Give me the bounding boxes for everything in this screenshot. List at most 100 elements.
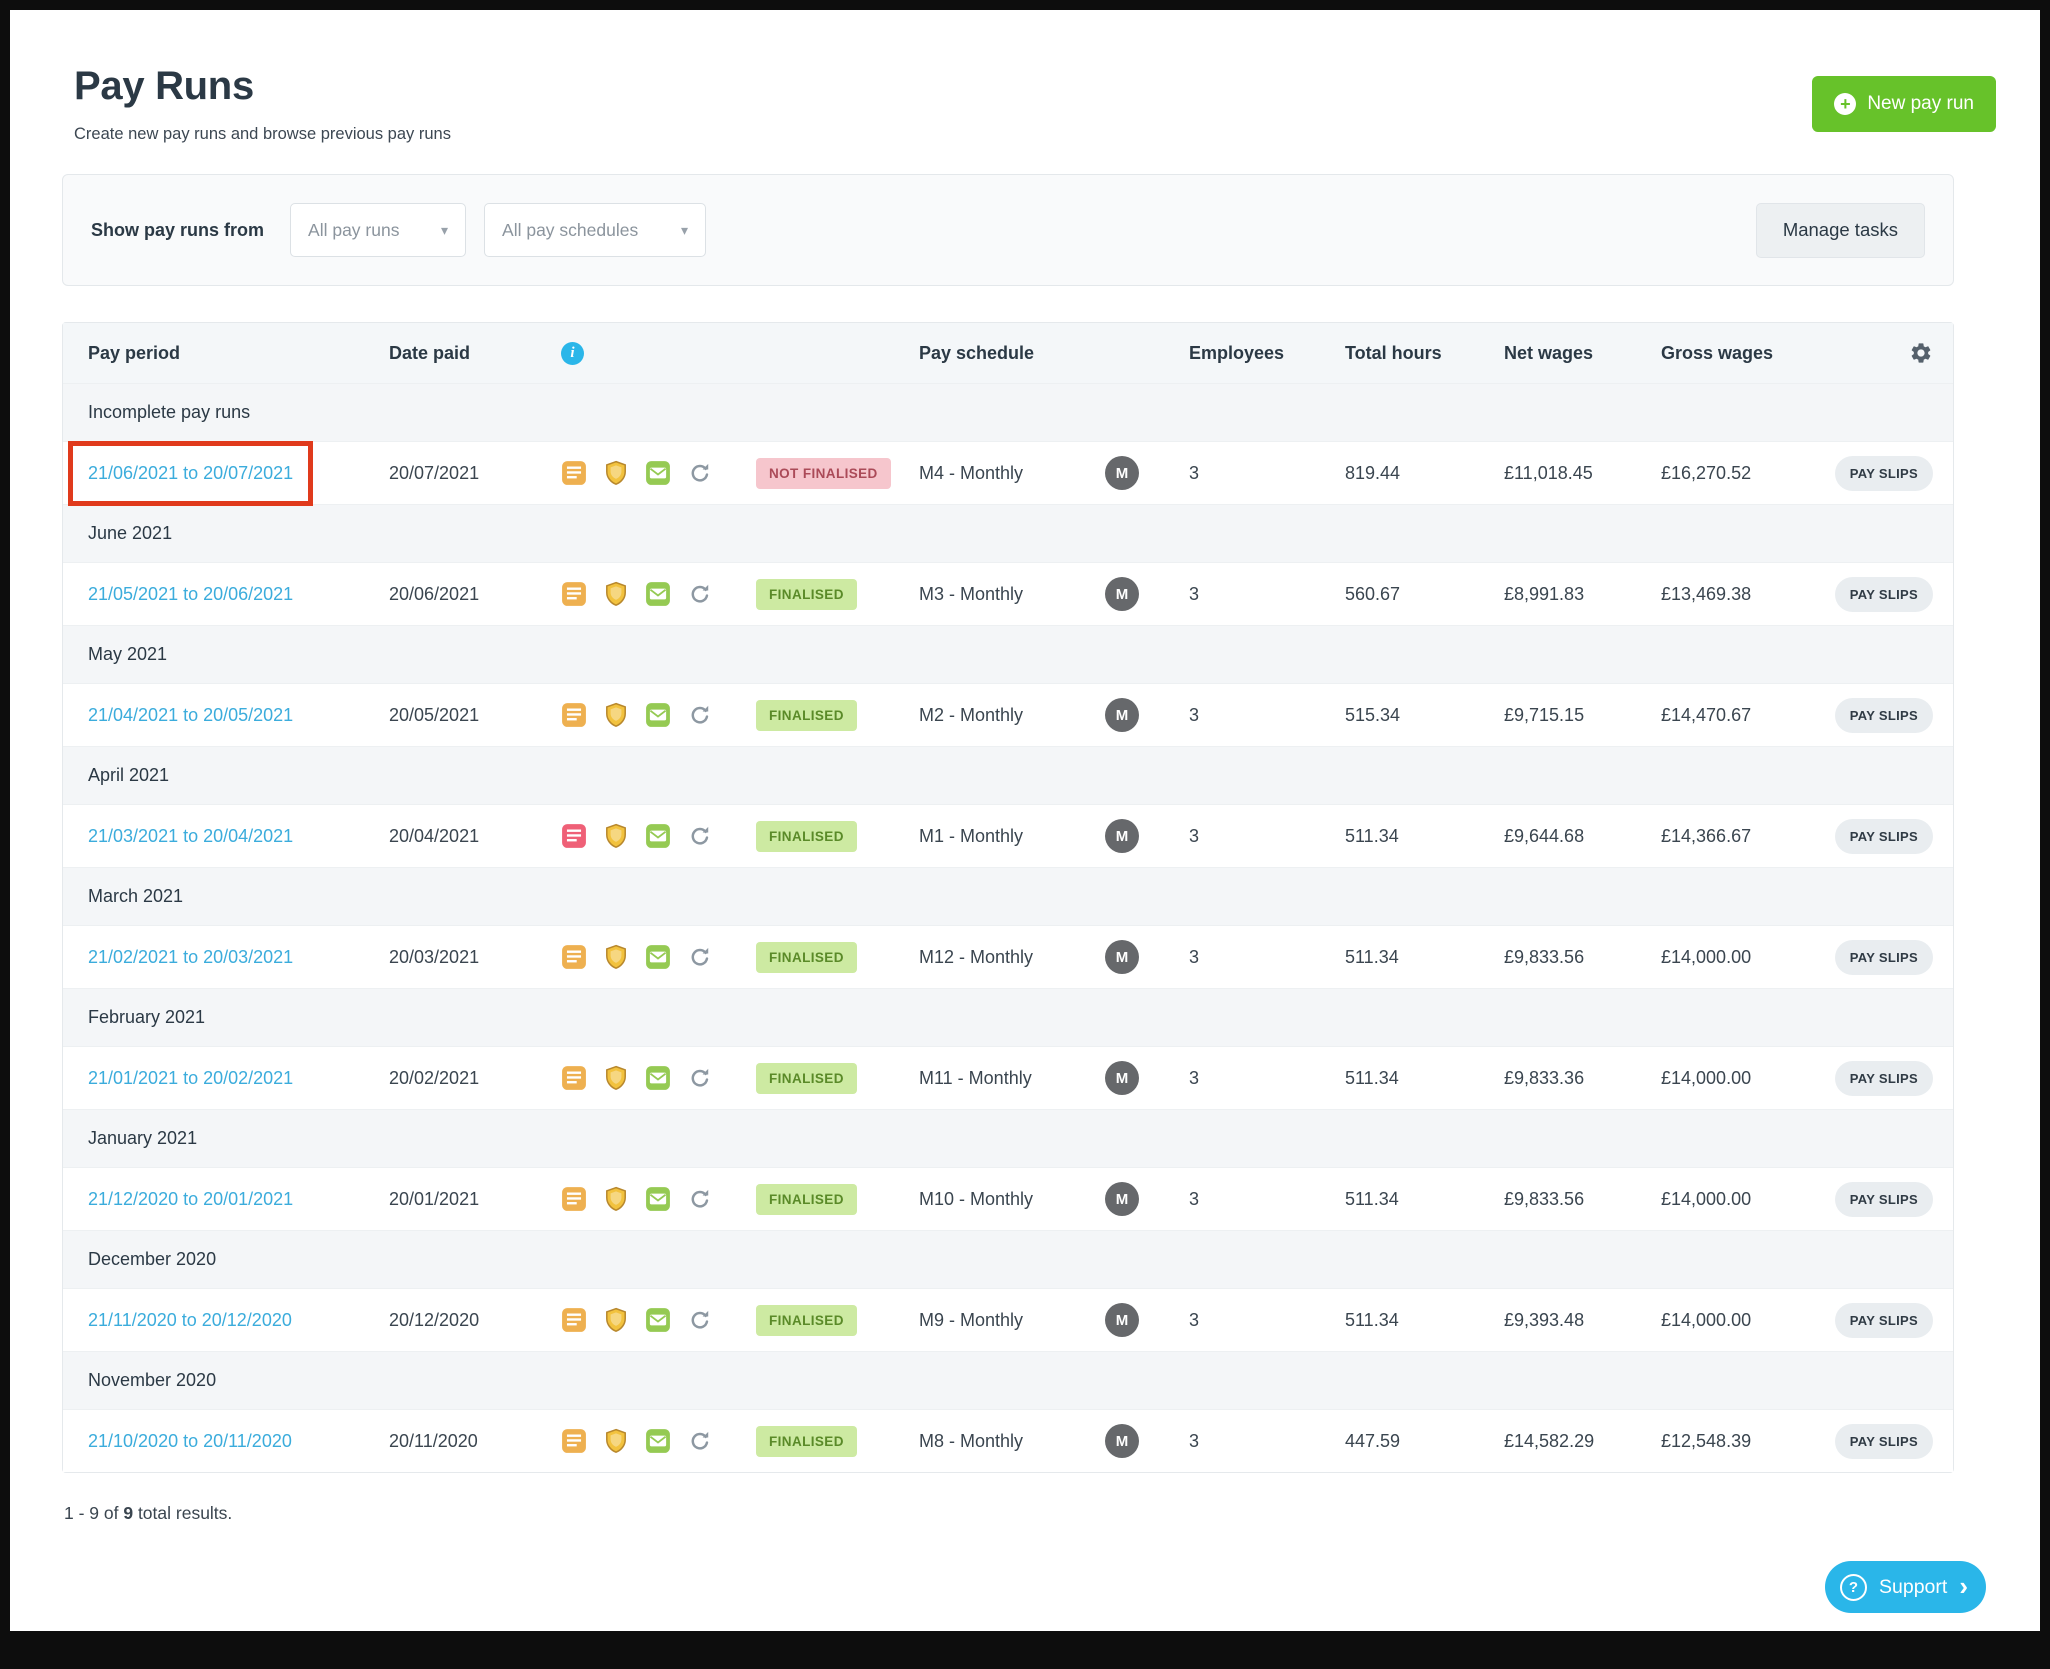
pay-period-link[interactable]: 21/10/2020 to 20/11/2020 <box>88 1431 292 1451</box>
pay-period-cell: 21/12/2020 to 20/01/2021 <box>88 1189 293 1210</box>
schedule-avatar: M <box>1105 456 1139 490</box>
schedule-avatar: M <box>1105 698 1139 732</box>
date-paid-cell: 20/05/2021 <box>389 705 561 726</box>
row-status-icons <box>561 581 756 607</box>
pay-schedule-cell: M8 - Monthly <box>919 1431 1105 1452</box>
employees-cell: 3 <box>1189 705 1345 726</box>
pay-run-row: 21/03/2021 to 20/04/2021 20/04/2021 FINA… <box>63 804 1953 867</box>
recurring-icon <box>687 944 713 970</box>
chevron-down-icon: ▾ <box>681 222 688 239</box>
pay-run-row: 21/01/2021 to 20/02/2021 20/02/2021 FINA… <box>63 1046 1953 1109</box>
pay-period-link[interactable]: 21/03/2021 to 20/04/2021 <box>88 826 293 846</box>
shield-icon <box>603 460 629 486</box>
pay-run-row: 21/10/2020 to 20/11/2020 20/11/2020 FINA… <box>63 1409 1953 1472</box>
envelope-icon <box>645 1307 671 1333</box>
gear-icon[interactable] <box>1909 341 1933 365</box>
recurring-icon <box>687 823 713 849</box>
recurring-icon <box>687 1065 713 1091</box>
chevron-right-icon: › <box>1959 1573 1968 1599</box>
recurring-icon <box>687 1186 713 1212</box>
manage-tasks-button[interactable]: Manage tasks <box>1756 203 1925 258</box>
total-hours-cell: 511.34 <box>1345 1068 1504 1089</box>
envelope-icon <box>645 1186 671 1212</box>
pay-run-row: 21/12/2020 to 20/01/2021 20/01/2021 FINA… <box>63 1167 1953 1230</box>
payslips-button[interactable]: PAY SLIPS <box>1835 1061 1933 1096</box>
plus-icon: + <box>1834 93 1856 115</box>
gross-wages-cell: £16,270.52 <box>1661 463 1831 484</box>
pay-period-link[interactable]: 21/06/2021 to 20/07/2021 <box>88 463 293 483</box>
pay-run-row: 21/11/2020 to 20/12/2020 20/12/2020 FINA… <box>63 1288 1953 1351</box>
status-badge: FINALISED <box>756 1426 857 1457</box>
pay-period-link[interactable]: 21/01/2021 to 20/02/2021 <box>88 1068 293 1088</box>
page-subtitle: Create new pay runs and browse previous … <box>74 125 1954 144</box>
new-pay-run-label: New pay run <box>1867 93 1974 115</box>
month-group-row: February 2021 <box>63 988 1953 1046</box>
journal-icon <box>561 1428 587 1454</box>
schedule-avatar: M <box>1105 819 1139 853</box>
chevron-down-icon: ▾ <box>441 222 448 239</box>
pay-runs-filter-value: All pay runs <box>308 220 399 241</box>
month-group-row: June 2021 <box>63 504 1953 562</box>
group-label: November 2020 <box>88 1370 216 1391</box>
payslips-button[interactable]: PAY SLIPS <box>1835 698 1933 733</box>
pay-period-link[interactable]: 21/12/2020 to 20/01/2021 <box>88 1189 293 1209</box>
payslips-button[interactable]: PAY SLIPS <box>1835 819 1933 854</box>
table-header-row: Pay period Date paid i Pay schedule Empl… <box>63 323 1953 383</box>
shield-icon <box>603 1428 629 1454</box>
employees-cell: 3 <box>1189 1431 1345 1452</box>
envelope-icon <box>645 944 671 970</box>
payslips-button[interactable]: PAY SLIPS <box>1835 1182 1933 1217</box>
journal-icon <box>561 1186 587 1212</box>
pay-schedules-filter-select[interactable]: All pay schedules ▾ <box>484 203 706 257</box>
group-label: March 2021 <box>88 886 183 907</box>
total-hours-cell: 515.34 <box>1345 705 1504 726</box>
info-icon[interactable]: i <box>561 342 584 365</box>
pay-run-row: 21/04/2021 to 20/05/2021 20/05/2021 FINA… <box>63 683 1953 746</box>
group-label: June 2021 <box>88 523 172 544</box>
pay-period-link[interactable]: 21/02/2021 to 20/03/2021 <box>88 947 293 967</box>
status-badge: FINALISED <box>756 1184 857 1215</box>
journal-icon <box>561 823 587 849</box>
support-button[interactable]: ? Support › <box>1825 1561 1986 1613</box>
pay-schedule-cell: M9 - Monthly <box>919 1310 1105 1331</box>
schedule-avatar: M <box>1105 940 1139 974</box>
journal-icon <box>561 581 587 607</box>
group-label: Incomplete pay runs <box>88 402 250 423</box>
employees-cell: 3 <box>1189 463 1345 484</box>
employees-cell: 3 <box>1189 1189 1345 1210</box>
shield-icon <box>603 1186 629 1212</box>
results-summary: 1 - 9 of 9 total results. <box>64 1503 1954 1524</box>
payslips-button[interactable]: PAY SLIPS <box>1835 577 1933 612</box>
employees-cell: 3 <box>1189 947 1345 968</box>
pay-runs-table: Pay period Date paid i Pay schedule Empl… <box>62 322 1954 1473</box>
pay-period-link[interactable]: 21/04/2021 to 20/05/2021 <box>88 705 293 725</box>
group-label: May 2021 <box>88 644 167 665</box>
page-header: Pay Runs Create new pay runs and browse … <box>62 64 1954 144</box>
new-pay-run-button[interactable]: + New pay run <box>1812 76 1996 132</box>
schedule-avatar: M <box>1105 1182 1139 1216</box>
status-badge: NOT FINALISED <box>756 458 891 489</box>
date-paid-cell: 20/03/2021 <box>389 947 561 968</box>
row-status-icons <box>561 1065 756 1091</box>
payslips-button[interactable]: PAY SLIPS <box>1835 940 1933 975</box>
status-badge: FINALISED <box>756 821 857 852</box>
header-settings <box>1831 341 1933 365</box>
status-badge: FINALISED <box>756 942 857 973</box>
journal-icon <box>561 1307 587 1333</box>
payslips-button[interactable]: PAY SLIPS <box>1835 1424 1933 1459</box>
pay-period-link[interactable]: 21/05/2021 to 20/06/2021 <box>88 584 293 604</box>
payslips-button[interactable]: PAY SLIPS <box>1835 456 1933 491</box>
payslips-button[interactable]: PAY SLIPS <box>1835 1303 1933 1338</box>
net-wages-cell: £9,833.36 <box>1504 1068 1661 1089</box>
pay-period-link[interactable]: 21/11/2020 to 20/12/2020 <box>88 1310 292 1330</box>
pay-schedule-cell: M4 - Monthly <box>919 463 1105 484</box>
pay-schedule-cell: M2 - Monthly <box>919 705 1105 726</box>
shield-icon <box>603 823 629 849</box>
schedule-avatar: M <box>1105 577 1139 611</box>
journal-icon <box>561 1065 587 1091</box>
month-group-row: November 2020 <box>63 1351 1953 1409</box>
pay-runs-filter-select[interactable]: All pay runs ▾ <box>290 203 466 257</box>
pay-schedule-cell: M3 - Monthly <box>919 584 1105 605</box>
pay-schedule-cell: M11 - Monthly <box>919 1068 1105 1089</box>
month-group-row: January 2021 <box>63 1109 1953 1167</box>
